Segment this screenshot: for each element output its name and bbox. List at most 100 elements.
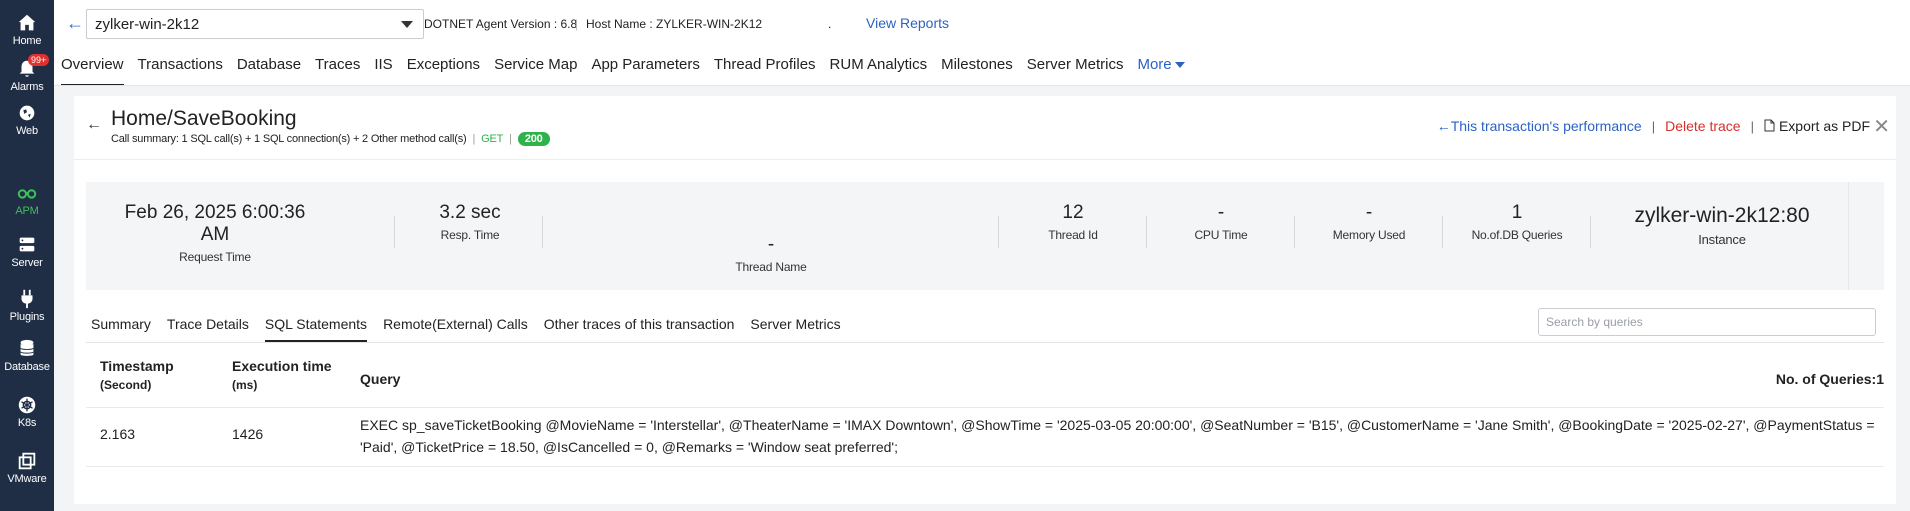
subtab-trace-details[interactable]: Trace Details	[167, 306, 249, 342]
metric-resp-time: 3.2 sec Resp. Time	[396, 182, 544, 290]
metric-label: Memory Used	[1332, 228, 1406, 242]
tab-more-label: More	[1137, 56, 1172, 73]
back-arrow-icon[interactable]: ←	[66, 13, 84, 34]
transaction-performance-label: This transaction's performance	[1450, 118, 1642, 134]
close-icon[interactable]: ✕	[1873, 114, 1890, 139]
subtab-remote-calls[interactable]: Remote(External) Calls	[383, 306, 528, 342]
sidebar-item-database[interactable]: Database	[0, 336, 54, 386]
host-name-dot: .	[828, 17, 832, 31]
metric-label: No.of.DB Queries	[1471, 228, 1563, 242]
metric-memory-used: - Memory Used	[1296, 182, 1442, 290]
subtab-other-traces[interactable]: Other traces of this transaction	[544, 306, 735, 342]
metric-label: CPU Time	[1194, 228, 1248, 242]
status-badge: 200	[517, 132, 550, 146]
column-header-label: Execution time	[232, 358, 332, 374]
chevron-down-icon	[401, 21, 413, 28]
sidebar-item-plugins[interactable]: Plugins	[0, 286, 54, 336]
sidebar-item-label: Plugins	[9, 311, 45, 323]
call-summary: Call summary: 1 SQL call(s) + 1 SQL conn…	[111, 133, 467, 145]
view-reports-link[interactable]: View Reports	[866, 15, 949, 31]
sidebar-item-alarms[interactable]: 99+ Alarms	[0, 54, 54, 106]
home-icon	[18, 14, 36, 31]
plug-icon	[21, 289, 33, 309]
sidebar-item-label: APM	[15, 205, 39, 217]
export-pdf-label: Export as PDF	[1778, 118, 1870, 134]
tab-more[interactable]: More	[1137, 52, 1185, 86]
trace-title: Home/SaveBooking	[111, 107, 297, 130]
transaction-performance-link[interactable]: ←This transaction's performance	[1437, 118, 1642, 134]
tab-service-map[interactable]: Service Map	[494, 52, 577, 86]
metric-request-time: Feb 26, 2025 6:00:36 AM Request Time	[116, 182, 314, 290]
arrow-left-icon: ←	[1436, 118, 1451, 134]
metric-label: Request Time	[179, 250, 251, 264]
tab-server-metrics[interactable]: Server Metrics	[1027, 52, 1124, 86]
tab-traces[interactable]: Traces	[315, 52, 360, 86]
monitor-select-value: zylker-win-2k12	[95, 16, 200, 33]
separator: |	[1750, 118, 1754, 134]
column-header-unit: (Second)	[100, 378, 152, 392]
search-queries-input[interactable]	[1538, 308, 1876, 336]
tab-overview[interactable]: Overview	[61, 52, 124, 86]
back-arrow-icon[interactable]: ←	[86, 116, 102, 134]
http-method: GET	[481, 133, 504, 145]
tab-rum-analytics[interactable]: RUM Analytics	[830, 52, 928, 86]
metric-value: 1	[1511, 202, 1523, 223]
row-execution-time: 1426	[232, 426, 264, 442]
tab-iis[interactable]: IIS	[374, 52, 392, 86]
column-header-label: Timestamp	[100, 358, 174, 374]
sidebar-item-label: Database	[4, 361, 50, 373]
metric-instance: zylker-win-2k12:80 Instance	[1592, 182, 1852, 290]
metric-label: Instance	[1698, 232, 1746, 247]
tab-app-parameters[interactable]: App Parameters	[591, 52, 699, 86]
export-pdf-link[interactable]: Export as PDF	[1764, 118, 1870, 134]
main-tabs: Overview Transactions Database Traces II…	[54, 52, 1192, 86]
trace-subtabs: Summary Trace Details SQL Statements Rem…	[74, 306, 849, 342]
sidebar-item-k8s[interactable]: K8s	[0, 392, 54, 442]
divider	[394, 216, 395, 248]
monitor-select[interactable]: zylker-win-2k12	[86, 9, 424, 39]
sidebar-item-server[interactable]: Server	[0, 232, 54, 282]
subtab-sql-statements[interactable]: SQL Statements	[264, 306, 368, 342]
trace-actions: ←This transaction's performance | Delete…	[1437, 118, 1870, 134]
metric-value: -	[1217, 202, 1225, 223]
divider	[1442, 216, 1443, 248]
separator: |	[472, 133, 476, 145]
sidebar-item-apm[interactable]: APM	[0, 180, 54, 230]
sidebar-item-label: Home	[12, 35, 42, 47]
pdf-file-icon	[1764, 119, 1775, 132]
divider	[1590, 216, 1591, 248]
column-header-unit: (ms)	[232, 378, 258, 392]
server-icon	[19, 237, 35, 252]
divider	[998, 216, 999, 248]
tab-database[interactable]: Database	[237, 52, 301, 86]
sidebar-item-home[interactable]: Home	[0, 10, 54, 60]
sidebar-item-web[interactable]: Web	[0, 100, 54, 150]
divider	[1848, 182, 1849, 290]
sidebar-item-label: Server	[11, 257, 43, 269]
sidebar-item-vmware[interactable]: VMware	[0, 448, 54, 498]
trace-panel: ← Home/SaveBooking Call summary: 1 SQL c…	[74, 96, 1896, 504]
divider	[542, 216, 543, 248]
tab-thread-profiles[interactable]: Thread Profiles	[714, 52, 816, 86]
metric-thread-name: - Thread Name	[546, 182, 996, 290]
column-header-execution-time: Execution time (ms)	[232, 358, 332, 392]
subtab-server-metrics[interactable]: Server Metrics	[750, 306, 840, 342]
meta-separator: |	[575, 17, 579, 31]
column-header-timestamp: Timestamp (Second)	[100, 358, 174, 392]
subtab-summary[interactable]: Summary	[91, 306, 151, 342]
tab-milestones[interactable]: Milestones	[941, 52, 1013, 86]
binoculars-icon	[17, 189, 37, 199]
delete-trace-link[interactable]: Delete trace	[1665, 118, 1740, 134]
sidebar-item-label: K8s	[17, 417, 37, 429]
metric-label: Thread Name	[735, 260, 807, 274]
tab-transactions[interactable]: Transactions	[138, 52, 223, 86]
divider	[86, 342, 1884, 343]
tab-exceptions[interactable]: Exceptions	[407, 52, 480, 86]
metric-value: zylker-win-2k12:80	[1634, 204, 1810, 227]
alarm-count-badge: 99+	[28, 54, 50, 66]
metric-value: -	[767, 234, 775, 255]
host-name: Host Name : ZYLKER-WIN-2K12	[586, 17, 763, 31]
database-icon	[20, 339, 34, 356]
caret-down-icon	[1174, 62, 1185, 69]
sidebar: Home 99+ Alarms Web APM Server Plugins D…	[0, 0, 54, 511]
